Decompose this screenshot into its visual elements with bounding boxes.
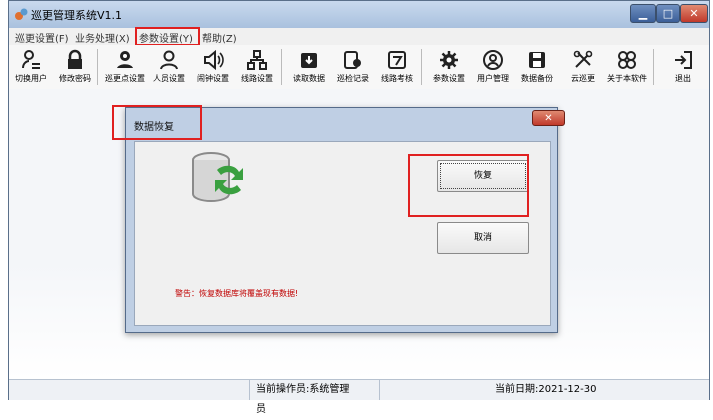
close-button[interactable]: ✕ [680,4,708,23]
user-manage-icon [483,50,503,70]
download-icon [301,53,317,68]
route-icon [247,50,267,70]
menu-help[interactable]: 帮助(Z) [202,30,237,45]
maximize-button[interactable]: □ [656,4,680,23]
check-icon [388,51,406,69]
lock-icon [68,49,82,69]
tool-about[interactable]: 关于本软件 [605,45,649,89]
tool-change-password[interactable]: 修改密码 [53,45,97,89]
highlight-menu-param [135,27,200,46]
highlight-dialog-title [112,105,202,140]
record-icon [344,51,361,69]
main-window: 巡更管理系统V1.1 ▁ □ ✕ 巡更设置(F) 业务处理(X) 参数设置(Y)… [8,0,710,415]
tool-label: 线路考核 [381,74,413,83]
status-bar: 当前操作员:系统管理员 当前日期:2021-12-30 [9,379,709,415]
tool-label: 退出 [675,74,691,83]
tool-label: 线路设置 [241,74,273,83]
menu-patrol-settings[interactable]: 巡更设置(F) [15,30,69,45]
tools-icon [573,50,593,68]
speaker-icon [204,49,224,71]
tool-exit[interactable]: 退出 [661,45,705,89]
menu-bar: 巡更设置(F) 业务处理(X) 参数设置(Y) 帮助(Z) [9,28,709,45]
app-icon [15,8,28,20]
cancel-button[interactable]: 取消 [437,222,529,254]
tool-route-assessment[interactable]: 线路考核 [375,45,419,89]
dialog-close-button[interactable]: ✕ [532,110,565,126]
menu-business[interactable]: 业务处理(X) [75,30,130,45]
users-icon [160,50,178,70]
tool-label: 关于本软件 [607,74,647,83]
location-person-icon [117,51,133,68]
database-restore-icon [192,152,243,203]
about-icon [618,51,636,69]
tool-label: 修改密码 [59,74,91,83]
restore-dialog: 数据恢复 ✕ 恢复 取消 警告：恢复数据库将覆盖现有数据! [125,107,565,333]
toolbar: 切换用户 修改密码 巡更点设置 人员设置 闹钟设置 线路设置 读取数据 巡检记录… [9,45,709,90]
tool-data-backup[interactable]: 数据备份 [515,45,559,89]
status-operator: 当前操作员:系统管理员 [249,380,359,415]
highlight-restore-button [408,154,529,217]
warning-text: 警告：恢复数据库将覆盖现有数据! [175,289,299,298]
window-title: 巡更管理系统V1.1 [31,9,123,22]
toolbar-separator [653,49,654,85]
minimize-button[interactable]: ▁ [630,4,656,23]
title-bar: 巡更管理系统V1.1 ▁ □ ✕ [9,1,709,28]
tool-route[interactable]: 线路设置 [235,45,279,89]
status-date: 当前日期:2021-12-30 [379,380,679,400]
gear-icon [440,51,458,69]
exit-icon [675,51,692,69]
switch-user-icon [22,50,40,69]
save-icon [529,52,545,68]
